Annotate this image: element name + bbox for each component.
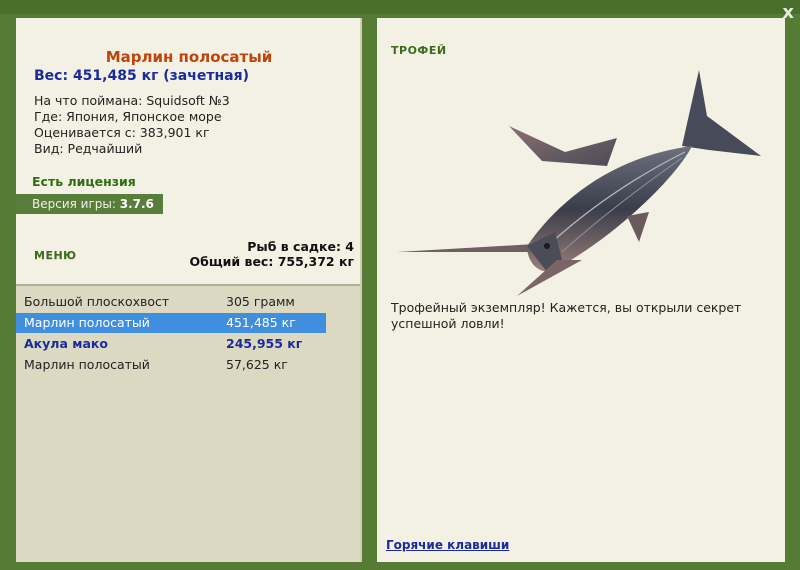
marlin-image	[397, 70, 761, 296]
fish-bait: На что поймана: Squidsoft №3	[34, 93, 230, 108]
trophy-description: Трофейный экземпляр! Кажется, вы открыли…	[391, 300, 742, 331]
window-frame-top	[0, 0, 800, 14]
catch-list: Большой плоскохвост 305 грамм Марлин пол…	[16, 284, 360, 562]
catch-weight: 451,485 кг	[226, 315, 296, 330]
fish-valuation: Оценивается с: 383,901 кг	[34, 125, 210, 140]
catch-name: Марлин полосатый	[24, 315, 150, 330]
menu-button[interactable]: МЕНЮ	[34, 249, 77, 262]
catch-name: Акула мако	[24, 336, 108, 351]
catch-name: Большой плоскохвост	[24, 294, 170, 309]
fish-weight: Вес: 451,485 кг (зачетная)	[34, 68, 249, 84]
hotkeys-link[interactable]: Горячие клавиши	[386, 538, 509, 552]
version-label: Версия игры:	[32, 197, 116, 211]
net-stats: Рыб в садке: 4 Общий вес: 755,372 кг	[190, 239, 355, 269]
fish-rarity: Вид: Редчайший	[34, 141, 143, 156]
fish-name-title: Марлин полосатый	[105, 48, 273, 66]
catch-weight: 57,625 кг	[226, 357, 288, 372]
license-status: Есть лицензия	[32, 174, 136, 189]
version-bar: Версия игры: 3.7.6	[16, 194, 163, 214]
catch-row[interactable]: Акула мако 245,955 кг	[16, 334, 326, 354]
trophy-panel: ТРОФЕЙ Трофейный экземпляр! Кажется, вы …	[377, 18, 785, 562]
fish-info-panel: Марлин полосатый Вес: 451,485 кг (зачетн…	[16, 18, 362, 562]
catch-weight: 245,955 кг	[226, 336, 303, 351]
total-weight: Общий вес: 755,372 кг	[189, 254, 355, 269]
version-value: 3.7.6	[119, 197, 154, 211]
catch-row[interactable]: Большой плоскохвост 305 грамм	[16, 292, 326, 312]
fish-count: Рыб в садке: 4	[247, 239, 354, 254]
fish-location: Где: Япония, Японское море	[34, 109, 222, 124]
catch-row[interactable]: Марлин полосатый 57,625 кг	[16, 355, 326, 375]
catch-name: Марлин полосатый	[24, 357, 150, 372]
catch-weight: 305 грамм	[226, 294, 295, 309]
catch-row-selected[interactable]: Марлин полосатый 451,485 кг	[16, 313, 326, 333]
